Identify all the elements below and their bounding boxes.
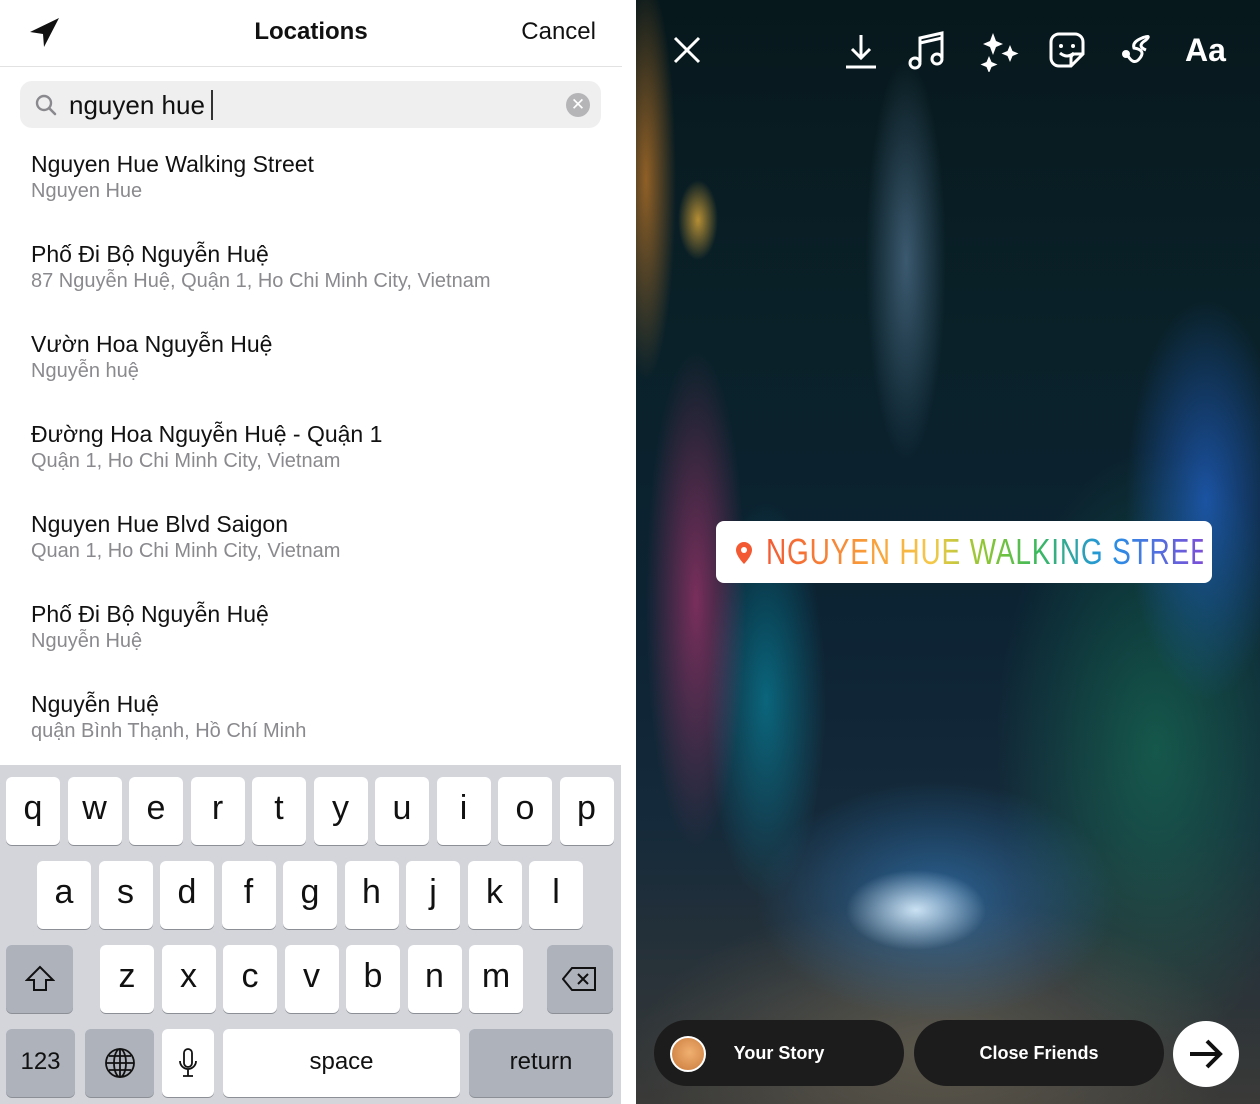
numbers-key[interactable]: 123 [6,1029,75,1097]
result-subtitle: Nguyen Hue [31,180,143,202]
result-title: Phố Đi Bộ Nguyễn Huệ [31,601,269,627]
result-subtitle: Quận 1, Ho Chi Minh City, Vietnam [31,450,341,472]
location-result-item[interactable]: Phố Đi Bộ Nguyễn Huệ Nguyễn Huệ [31,600,621,654]
key-g[interactable]: g [283,861,337,929]
close-friends-button[interactable]: Close Friends [914,1020,1164,1086]
result-subtitle: quận Bình Thạnh, Hồ Chí Minh [31,720,307,742]
location-result-item[interactable]: Nguyễn Huệ quận Bình Thạnh, Hồ Chí Minh [31,690,621,744]
sticker-icon[interactable] [1049,32,1085,70]
location-pin-icon [736,542,752,564]
shift-key[interactable] [6,945,73,1013]
key-u[interactable]: u [375,777,429,845]
dictation-key[interactable] [162,1029,214,1097]
keyboard: q w e r t y u i o p a s d f g h j k l z x c v b n m 123 space return [0,765,621,1104]
location-result-item[interactable]: Đường Hoa Nguyễn Huệ - Quận 1 Quận 1, Ho … [31,420,621,474]
text-caret [210,90,213,120]
key-a[interactable]: a [37,861,91,929]
key-l[interactable]: l [529,861,583,929]
key-j[interactable]: j [406,861,460,929]
return-key[interactable]: return [469,1029,613,1097]
delete-key[interactable] [547,945,613,1013]
text-tool-button[interactable]: Aa [1185,32,1226,69]
key-s[interactable]: s [98,861,153,929]
avatar [670,1036,706,1072]
locations-panel: Locations Cancel nguyen hue ✕ Nguyen Hue… [0,0,622,1104]
header-divider [0,66,622,67]
key-x[interactable]: x [161,945,216,1013]
key-f[interactable]: f [221,861,276,929]
key-h[interactable]: h [344,861,399,929]
key-d[interactable]: d [160,861,214,929]
draw-scribble-icon[interactable] [1120,30,1156,70]
key-w[interactable]: w [67,777,122,845]
result-title: Đường Hoa Nguyễn Huệ - Quận 1 [31,421,383,447]
globe-icon [104,1048,135,1078]
result-title: Nguyen Hue Walking Street [31,151,314,177]
key-q[interactable]: q [6,777,60,845]
backspace-icon [561,967,596,991]
location-result-item[interactable]: Nguyen Hue Walking Street Nguyen Hue [31,150,621,204]
result-title: Nguyen Hue Blvd Saigon [31,511,288,537]
search-text: nguyen hue [69,90,205,120]
sticker-text: NGUYEN HUE WALKING STREET [766,531,1228,572]
location-result-item[interactable]: Phố Đi Bộ Nguyễn Huệ 87 Nguyễn Huệ, Quận … [31,240,621,294]
key-k[interactable]: k [467,861,522,929]
your-story-button[interactable]: Your Story [654,1020,904,1086]
download-icon[interactable] [844,32,878,70]
your-story-label: Your Story [733,1043,825,1063]
globe-key[interactable] [85,1029,154,1097]
location-sticker[interactable]: NGUYEN HUE WALKING STREET [716,521,1228,583]
cancel-button[interactable]: Cancel [521,18,596,46]
send-next-button[interactable] [1173,1021,1239,1087]
result-title: Nguyễn Huệ [31,691,159,717]
key-t[interactable]: t [252,777,306,845]
key-n[interactable]: n [407,945,462,1013]
result-subtitle: Quan 1, Ho Chi Minh City, Vietnam [31,540,341,562]
result-title: Vườn Hoa Nguyễn Huệ [31,331,273,357]
magnifier-icon [35,94,57,116]
result-subtitle: 87 Nguyễn Huệ, Quận 1, Ho Chi Minh City,… [31,270,491,292]
story-editor: Aa NGUYEN HUE WALKING STREET Your Story … [636,0,1260,1104]
result-subtitle: Nguyễn Huệ [31,630,143,652]
shift-icon [24,965,55,991]
search-input[interactable]: nguyen hue ✕ [20,81,601,128]
key-b[interactable]: b [346,945,400,1013]
key-o[interactable]: o [498,777,552,845]
key-c[interactable]: c [223,945,277,1013]
key-i[interactable]: i [436,777,491,845]
key-z[interactable]: z [100,945,154,1013]
key-v[interactable]: v [284,945,339,1013]
effects-sparkle-icon[interactable] [980,30,1020,72]
key-r[interactable]: r [190,777,245,845]
clear-circle-icon[interactable]: ✕ [566,93,590,117]
close-icon[interactable] [672,35,702,65]
key-y[interactable]: y [313,777,368,845]
key-p[interactable]: p [559,777,614,845]
space-key[interactable]: space [223,1029,460,1097]
key-m[interactable]: m [469,945,523,1013]
microphone-icon [179,1048,197,1077]
arrow-right-icon [1190,1039,1223,1069]
result-subtitle: Nguyễn huệ [31,360,139,382]
location-result-item[interactable]: Nguyen Hue Blvd Saigon Quan 1, Ho Chi Min… [31,510,621,564]
key-e[interactable]: e [129,777,183,845]
close-friends-label: Close Friends [979,1043,1099,1063]
location-result-item[interactable]: Vườn Hoa Nguyễn Huệ Nguyễn huệ [31,330,621,384]
music-icon[interactable] [908,30,946,70]
result-title: Phố Đi Bộ Nguyễn Huệ [31,241,269,267]
